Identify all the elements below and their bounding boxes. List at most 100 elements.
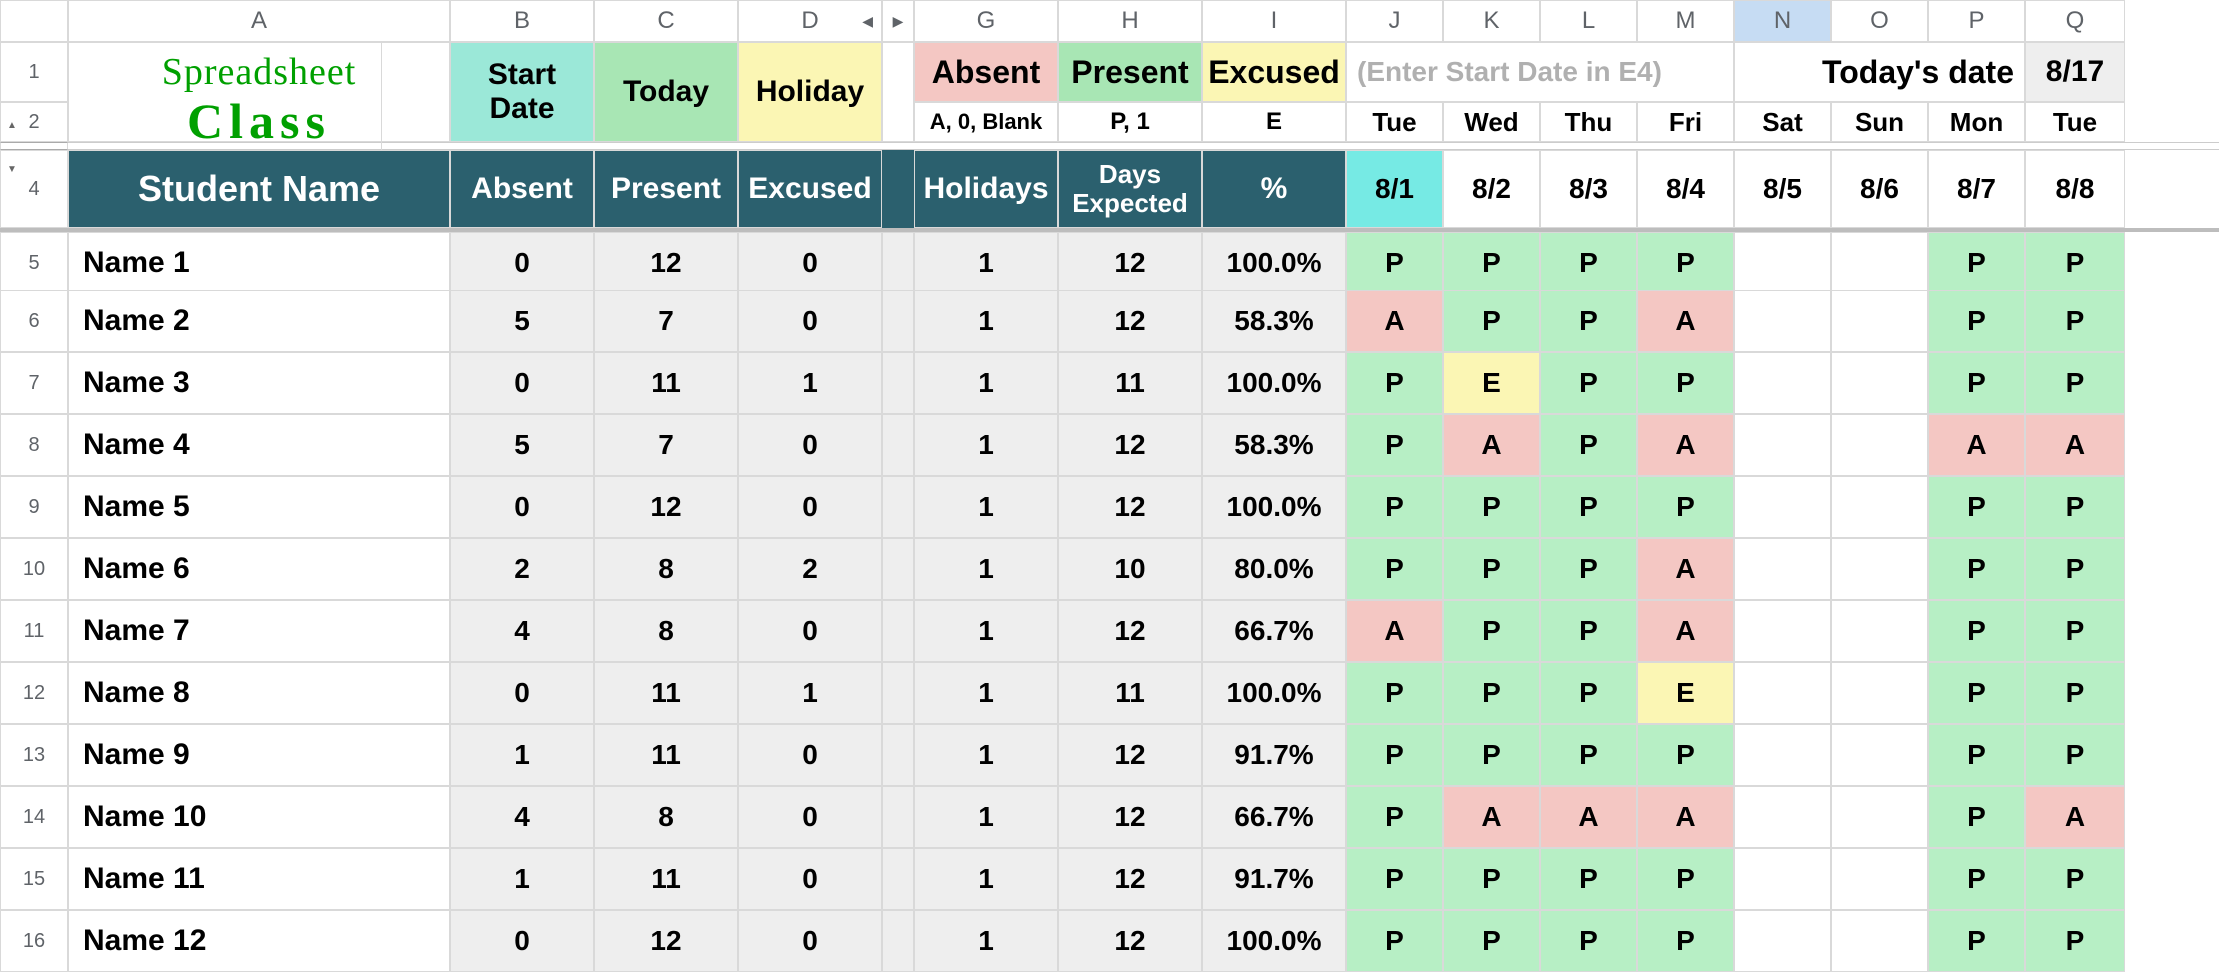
student-name-cell[interactable]: Name 8 — [68, 662, 450, 724]
row-header[interactable]: 8 — [0, 414, 68, 476]
col-header-N[interactable]: N — [1734, 0, 1831, 42]
date-4[interactable]: 8/5 — [1734, 150, 1831, 228]
row-header[interactable]: 12 — [0, 662, 68, 724]
attendance-cell[interactable] — [1831, 786, 1928, 848]
excused-cell[interactable]: 2 — [738, 538, 882, 600]
col-header-O[interactable]: O — [1831, 0, 1928, 42]
dayname-7[interactable]: Tue — [2025, 102, 2125, 142]
row-header[interactable]: 9 — [0, 476, 68, 538]
row-header-2[interactable]: 2 — [0, 102, 68, 142]
col-header-M[interactable]: M — [1637, 0, 1734, 42]
excused-cell[interactable]: 1 — [738, 662, 882, 724]
attendance-cell[interactable] — [1831, 352, 1928, 414]
date-2[interactable]: 8/3 — [1540, 150, 1637, 228]
attendance-cell[interactable]: P — [1637, 232, 1734, 294]
percent-cell[interactable]: 100.0% — [1202, 352, 1346, 414]
student-name-cell[interactable]: Name 4 — [68, 414, 450, 476]
excused-cell[interactable]: 1 — [738, 352, 882, 414]
attendance-cell[interactable] — [1831, 724, 1928, 786]
absent-cell[interactable]: 1 — [450, 724, 594, 786]
present-cell[interactable]: 8 — [594, 786, 738, 848]
holidays-cell[interactable]: 1 — [914, 232, 1058, 294]
attendance-cell[interactable]: P — [1346, 232, 1443, 294]
present-cell[interactable]: 11 — [594, 352, 738, 414]
attendance-cell[interactable]: P — [1443, 476, 1540, 538]
attendance-cell[interactable]: A — [2025, 786, 2125, 848]
absent-cell[interactable]: 4 — [450, 600, 594, 662]
student-name-cell[interactable]: Name 9 — [68, 724, 450, 786]
holidays-cell[interactable]: 1 — [914, 786, 1058, 848]
attendance-cell[interactable]: P — [2025, 600, 2125, 662]
col-header-D[interactable]: D ◀ — [738, 0, 882, 42]
absent-cell[interactable]: 0 — [450, 662, 594, 724]
absent-cell[interactable]: 0 — [450, 910, 594, 972]
row-header[interactable]: 16 — [0, 910, 68, 972]
attendance-cell[interactable]: P — [1540, 352, 1637, 414]
attendance-cell[interactable] — [1734, 352, 1831, 414]
attendance-cell[interactable]: P — [2025, 538, 2125, 600]
attendance-cell[interactable]: P — [1928, 232, 2025, 294]
holidays-cell[interactable]: 1 — [914, 476, 1058, 538]
attendance-cell[interactable]: A — [1637, 414, 1734, 476]
attendance-cell[interactable]: P — [1540, 848, 1637, 910]
attendance-cell[interactable]: P — [1443, 662, 1540, 724]
percent-cell[interactable]: 58.3% — [1202, 414, 1346, 476]
col-header-H[interactable]: H — [1058, 0, 1202, 42]
percent-cell[interactable]: 58.3% — [1202, 290, 1346, 352]
days-expected-cell[interactable]: 11 — [1058, 662, 1202, 724]
attendance-cell[interactable]: P — [1928, 848, 2025, 910]
student-name-cell[interactable]: Name 1 — [68, 232, 450, 294]
present-cell[interactable]: 8 — [594, 600, 738, 662]
attendance-cell[interactable]: P — [2025, 232, 2125, 294]
attendance-cell[interactable]: P — [1443, 848, 1540, 910]
attendance-cell[interactable]: P — [1443, 600, 1540, 662]
attendance-cell[interactable]: P — [1928, 786, 2025, 848]
logo-bottom-cell[interactable]: Class — [68, 102, 450, 142]
percent-cell[interactable]: 66.7% — [1202, 786, 1346, 848]
percent-cell[interactable]: 100.0% — [1202, 476, 1346, 538]
attendance-cell[interactable]: P — [1346, 414, 1443, 476]
header-student-name[interactable]: Student Name — [68, 150, 450, 228]
attendance-cell[interactable] — [1734, 786, 1831, 848]
attendance-cell[interactable] — [1734, 662, 1831, 724]
attendance-cell[interactable]: P — [2025, 848, 2125, 910]
holidays-cell[interactable]: 1 — [914, 600, 1058, 662]
attendance-cell[interactable]: P — [1928, 290, 2025, 352]
row-header-4[interactable]: 4 — [0, 150, 68, 228]
attendance-cell[interactable]: P — [1346, 786, 1443, 848]
attendance-cell[interactable]: P — [1346, 910, 1443, 972]
absent-cell[interactable]: 4 — [450, 786, 594, 848]
col-header-B[interactable]: B — [450, 0, 594, 42]
attendance-cell[interactable]: P — [1540, 538, 1637, 600]
attendance-cell[interactable]: P — [1540, 232, 1637, 294]
days-expected-cell[interactable]: 12 — [1058, 786, 1202, 848]
attendance-cell[interactable]: P — [2025, 910, 2125, 972]
percent-cell[interactable]: 91.7% — [1202, 848, 1346, 910]
holidays-cell[interactable]: 1 — [914, 290, 1058, 352]
row-header[interactable]: 7 — [0, 352, 68, 414]
absent-cell[interactable]: 1 — [450, 848, 594, 910]
attendance-cell[interactable] — [1734, 848, 1831, 910]
date-7[interactable]: 8/8 — [2025, 150, 2125, 228]
absent-codes[interactable]: A, 0, Blank — [914, 102, 1058, 142]
attendance-cell[interactable]: A — [1443, 786, 1540, 848]
attendance-cell[interactable]: P — [1540, 662, 1637, 724]
attendance-cell[interactable] — [1831, 662, 1928, 724]
start-date-merged[interactable]: StartDate — [450, 42, 594, 142]
attendance-cell[interactable] — [1831, 476, 1928, 538]
attendance-cell[interactable] — [1831, 414, 1928, 476]
attendance-cell[interactable]: A — [1443, 414, 1540, 476]
absent-cell[interactable]: 2 — [450, 538, 594, 600]
attendance-cell[interactable]: P — [1540, 290, 1637, 352]
days-expected-cell[interactable]: 12 — [1058, 724, 1202, 786]
percent-cell[interactable]: 100.0% — [1202, 910, 1346, 972]
attendance-cell[interactable] — [1831, 232, 1928, 294]
present-cell[interactable]: 11 — [594, 662, 738, 724]
collapse-left-icon[interactable]: ◀ — [862, 13, 873, 30]
days-expected-cell[interactable]: 12 — [1058, 476, 1202, 538]
todays-date-label[interactable]: Today's date — [1734, 42, 2025, 102]
student-name-cell[interactable]: Name 12 — [68, 910, 450, 972]
col-header-L[interactable]: L — [1540, 0, 1637, 42]
excused-codes[interactable]: E — [1202, 102, 1346, 142]
attendance-cell[interactable]: P — [1928, 662, 2025, 724]
